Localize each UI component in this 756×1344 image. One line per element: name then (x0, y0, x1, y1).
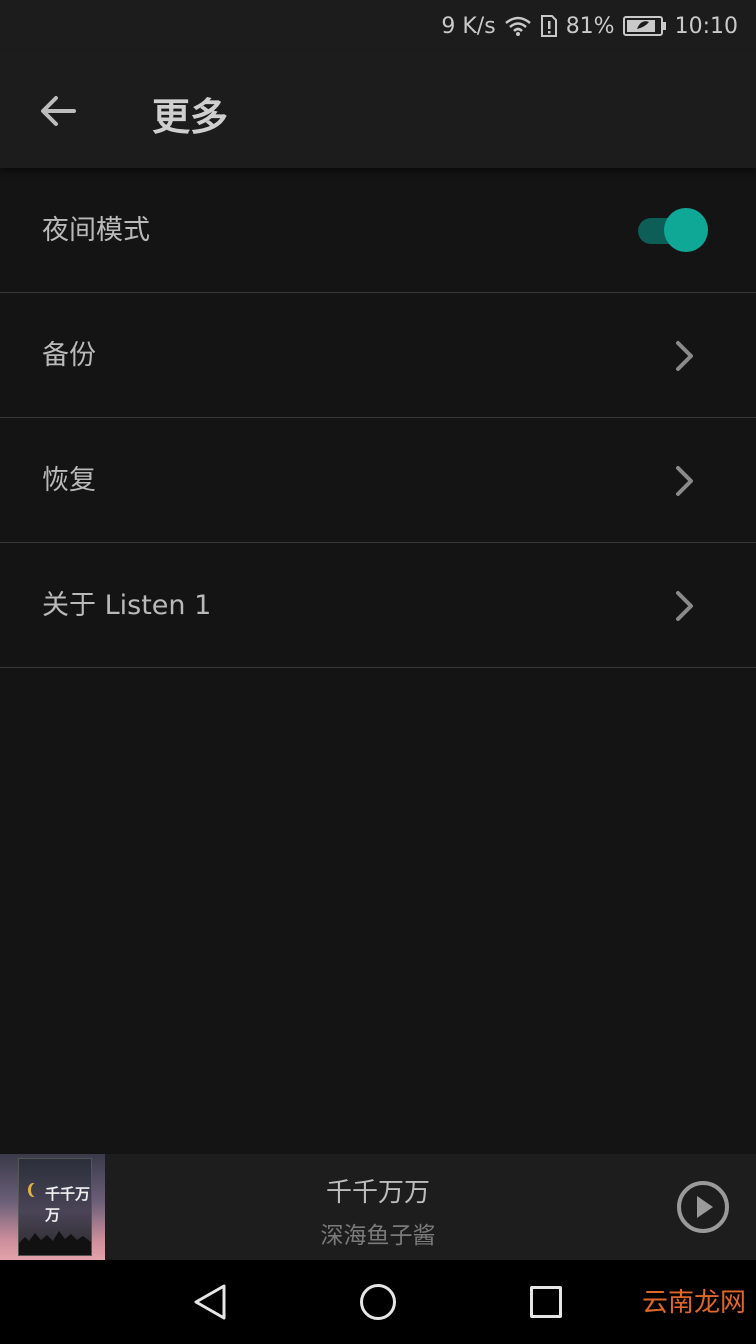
setting-restore[interactable]: 恢复 (0, 418, 756, 543)
battery-percent: 81% (565, 13, 615, 39)
battery-icon (622, 15, 667, 37)
setting-label: 夜间模式 (42, 215, 150, 246)
song-artist: 深海鱼子酱 (320, 1223, 436, 1249)
setting-label: 备份 (42, 340, 96, 371)
setting-backup[interactable]: 备份 (0, 293, 756, 418)
back-arrow-icon[interactable] (36, 88, 82, 134)
setting-night-mode[interactable]: 夜间模式 (0, 168, 756, 293)
setting-label: 恢复 (42, 465, 96, 496)
setting-about[interactable]: 关于 Listen 1 (0, 543, 756, 668)
nav-recent-apps-icon[interactable] (530, 1286, 562, 1318)
toggle-knob (664, 208, 708, 252)
play-icon[interactable] (676, 1180, 730, 1234)
setting-label: 关于 Listen 1 (42, 590, 212, 621)
sim-alert-icon (540, 14, 558, 38)
clock: 10:10 (674, 13, 738, 39)
nav-home-icon[interactable] (360, 1284, 396, 1320)
watermark: 云南龙网 (641, 1288, 746, 1318)
net-speed: 9 K/s (441, 13, 496, 39)
wifi-icon (504, 15, 532, 37)
app-bar: 更多 (0, 52, 756, 168)
chevron-right-icon (676, 591, 693, 621)
mini-player[interactable]: 千千万万 千千万万 深海鱼子酱 (0, 1154, 756, 1260)
chevron-right-icon (676, 466, 693, 496)
system-nav-bar: 云南龙网 (0, 1260, 756, 1344)
settings-list: 夜间模式 备份 恢复 关于 Listen 1 (0, 168, 756, 668)
status-bar: 9 K/s 81% 10:10 (0, 0, 756, 52)
song-title: 千千万万 (325, 1178, 430, 1208)
nav-back-icon[interactable] (192, 1282, 228, 1322)
page-title: 更多 (152, 95, 229, 139)
night-mode-toggle[interactable] (638, 208, 708, 252)
chevron-right-icon (676, 341, 693, 371)
